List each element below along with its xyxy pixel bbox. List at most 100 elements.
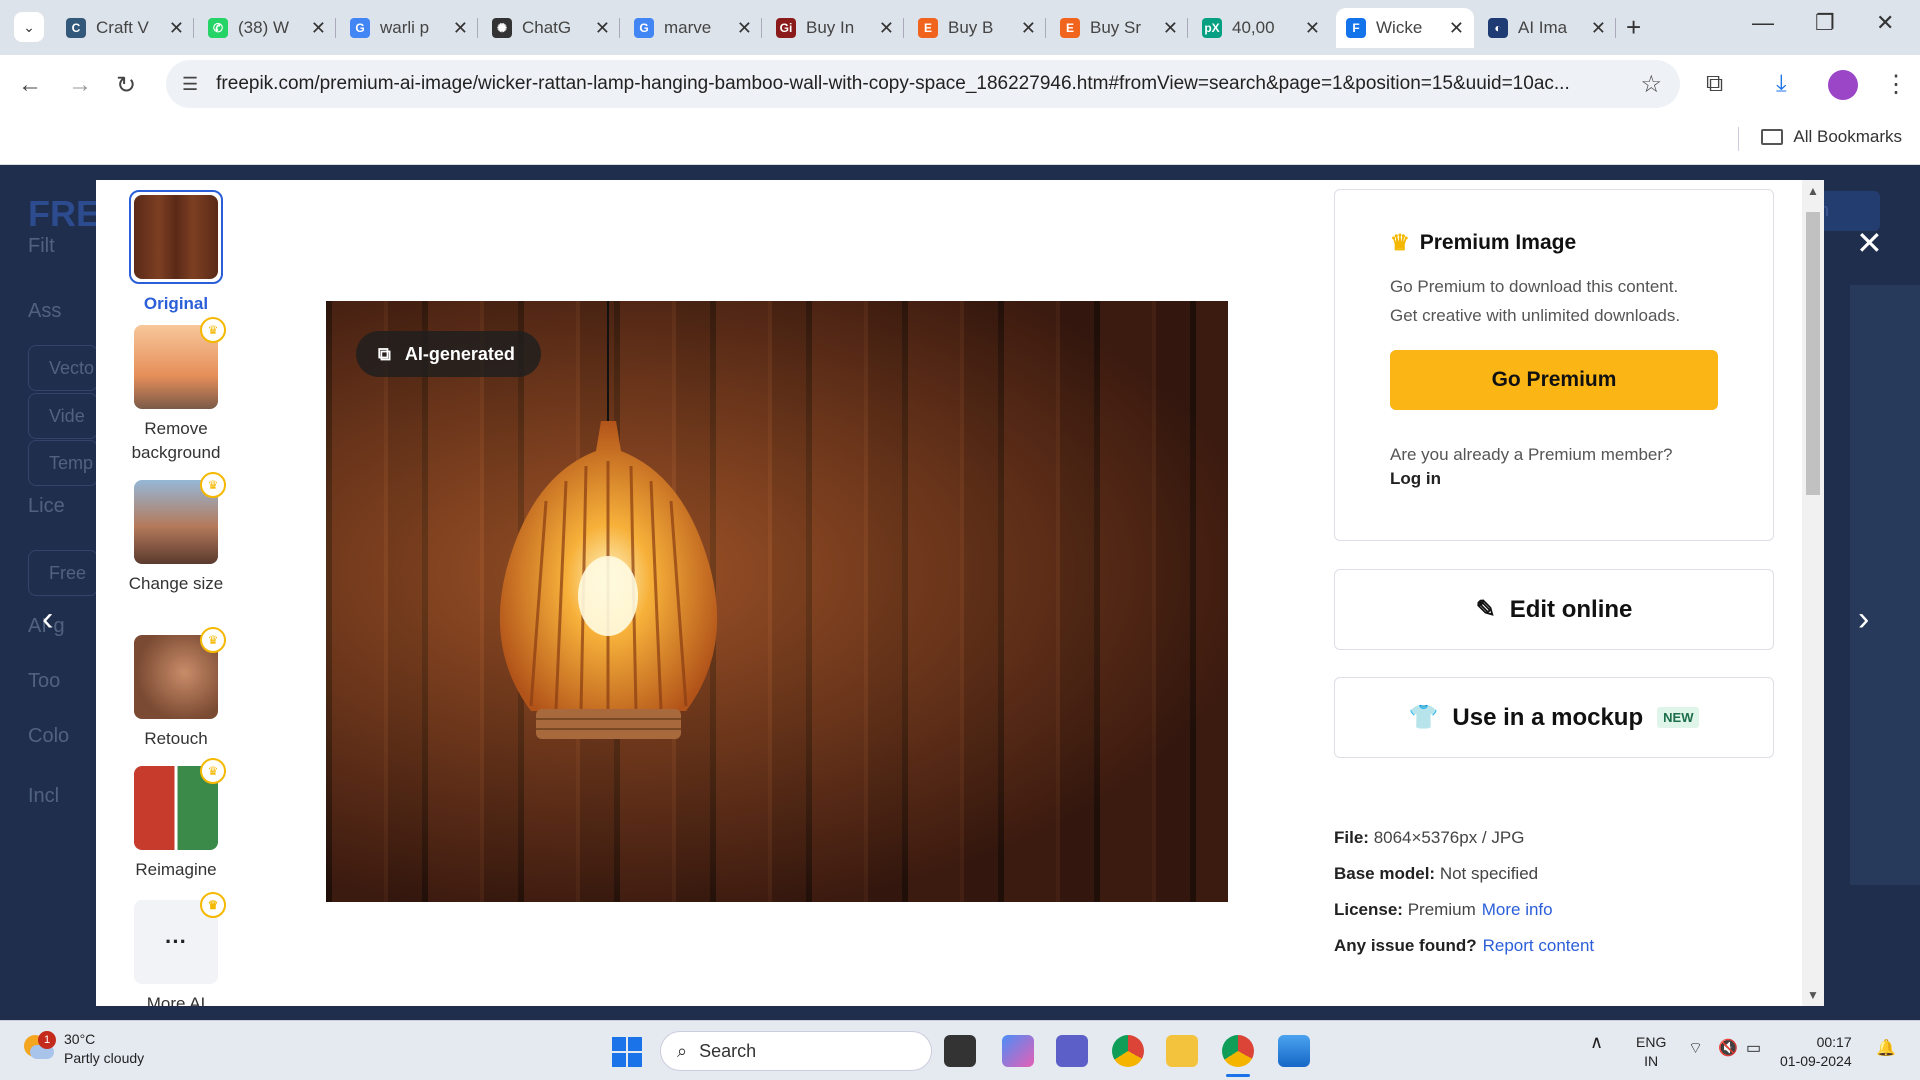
next-image-icon[interactable]: ›: [1858, 600, 1869, 639]
premium-card: ♛ Premium Image Go Premium to download t…: [1334, 189, 1774, 541]
bg-panel: [1850, 285, 1920, 885]
all-bookmarks-label: All Bookmarks: [1793, 127, 1902, 146]
browser-tab[interactable]: Gi Buy In ✕: [766, 8, 904, 48]
tool-reimagine[interactable]: ♛ Reimagine: [126, 758, 226, 882]
browser-tab[interactable]: ◐ AI Ima ✕: [1478, 8, 1616, 48]
tool-remove-background[interactable]: ♛ Remove background: [126, 317, 226, 465]
all-bookmarks-button[interactable]: All Bookmarks: [1761, 127, 1902, 147]
notification-bell-icon[interactable]: 🔔: [1876, 1039, 1896, 1058]
tab-close-icon[interactable]: ✕: [595, 18, 610, 39]
bookmark-star-icon[interactable]: ☆: [1640, 70, 1662, 99]
report-content-link[interactable]: Report content: [1483, 936, 1595, 955]
tab-favicon-icon: E: [918, 18, 938, 38]
bg-menu-item: Vecto: [28, 345, 98, 391]
scroll-thumb[interactable]: [1806, 212, 1820, 495]
tab-close-icon[interactable]: ✕: [1163, 18, 1178, 39]
modal-scrollbar[interactable]: ▲ ▼: [1802, 180, 1824, 1006]
new-tab-button[interactable]: +: [1626, 12, 1641, 43]
wicker-lamp-illustration: [499, 421, 718, 739]
clock-time: 00:17: [1816, 1034, 1852, 1050]
tab-close-icon[interactable]: ✕: [737, 18, 752, 39]
more-dots-icon: ··· ♛: [134, 892, 226, 984]
tab-close-icon[interactable]: ✕: [1449, 18, 1464, 39]
browser-tab[interactable]: Gwarli p ✕: [340, 8, 478, 48]
more-info-link[interactable]: More info: [1482, 900, 1553, 919]
close-modal-icon[interactable]: ✕: [1856, 224, 1883, 262]
copilot-icon[interactable]: [1002, 1035, 1034, 1067]
tool-retouch[interactable]: ♛ Retouch: [126, 627, 226, 751]
tab-title: Wicke: [1376, 18, 1423, 37]
chrome-icon[interactable]: [1112, 1035, 1144, 1067]
url-text[interactable]: freepik.com/premium-ai-image/wicker-ratt…: [216, 73, 1640, 95]
system-clock[interactable]: 00:17 01-09-2024: [1780, 1033, 1852, 1071]
bg-menu-item: Too: [28, 670, 61, 692]
minimize-icon[interactable]: —: [1752, 10, 1774, 36]
browser-tab[interactable]: pX 40,00 ✕: [1192, 8, 1330, 48]
bg-menu-item: Vide: [28, 393, 98, 439]
bg-menu-item: Colo: [28, 725, 70, 747]
crown-icon: ♛: [200, 758, 226, 784]
edit-online-label: Edit online: [1509, 595, 1633, 623]
tab-close-icon[interactable]: ✕: [879, 18, 894, 39]
premium-line1: Go Premium to download this content.: [1390, 277, 1679, 296]
weather-widget[interactable]: 1 30°C Partly cloudy: [22, 1030, 144, 1068]
tool-more-ai[interactable]: ··· ♛ More AI: [126, 892, 226, 1006]
scroll-up-icon[interactable]: ▲: [1807, 184, 1819, 198]
edit-online-button[interactable]: ✎ Edit online: [1334, 569, 1774, 650]
tab-title: marve: [664, 18, 712, 37]
file-explorer-icon[interactable]: [1166, 1035, 1198, 1067]
address-bar[interactable]: ☰ freepik.com/premium-ai-image/wicker-ra…: [166, 60, 1680, 108]
extensions-icon[interactable]: ⧉: [1706, 70, 1723, 98]
reload-icon[interactable]: ↻: [116, 71, 136, 100]
browser-tab[interactable]: Gmarve ✕: [624, 8, 762, 48]
restore-icon[interactable]: ❐: [1815, 10, 1835, 36]
browser-tab[interactable]: E Buy B ✕: [908, 8, 1046, 48]
tab-close-icon[interactable]: ✕: [169, 18, 184, 39]
use-in-mockup-button[interactable]: 👕 Use in a mockup NEW: [1334, 677, 1774, 758]
browser-tab[interactable]: E Buy Sr ✕: [1050, 8, 1188, 48]
tab-close-icon[interactable]: ✕: [1305, 18, 1320, 39]
tab-close-icon[interactable]: ✕: [453, 18, 468, 39]
go-premium-button[interactable]: Go Premium: [1390, 350, 1718, 410]
tab-title: warli p: [380, 18, 430, 37]
login-link[interactable]: Log in: [1390, 469, 1718, 489]
windows-start-icon[interactable]: [612, 1037, 642, 1067]
scroll-down-icon[interactable]: ▼: [1807, 988, 1819, 1002]
tab-search-button[interactable]: ⌄: [14, 12, 44, 42]
language-indicator[interactable]: ENG IN: [1636, 1033, 1666, 1071]
browser-tab[interactable]: C Craft V ✕: [56, 8, 194, 48]
volume-muted-icon[interactable]: 🔇: [1718, 1039, 1738, 1058]
tab-favicon-icon: pX: [1202, 18, 1222, 38]
premium-line2: Get creative with unlimited downloads.: [1390, 306, 1681, 325]
profile-avatar[interactable]: [1828, 70, 1858, 100]
task-view-icon[interactable]: [944, 1035, 976, 1067]
battery-icon[interactable]: ▭: [1746, 1039, 1761, 1058]
prev-image-icon[interactable]: ‹: [42, 600, 53, 639]
tab-close-icon[interactable]: ✕: [1021, 18, 1036, 39]
chrome-profile-icon[interactable]: [1222, 1035, 1254, 1077]
tab-close-icon[interactable]: ✕: [1591, 18, 1606, 39]
forward-icon[interactable]: →: [68, 71, 92, 99]
browser-tab[interactable]: F Wicke ✕: [1336, 8, 1474, 48]
wifi-icon[interactable]: ⌔: [1688, 1039, 1703, 1058]
bookmarks-bar: All Bookmarks: [0, 115, 1920, 165]
teams-icon[interactable]: [1056, 1035, 1088, 1067]
tool-change-size[interactable]: ♛ Change size: [126, 472, 226, 596]
main-image[interactable]: ⧉ AI-generated: [326, 301, 1228, 902]
browser-tab[interactable]: ✺ ChatG ✕: [482, 8, 620, 48]
tray-overflow-icon[interactable]: ∧: [1590, 1033, 1603, 1052]
menu-kebab-icon[interactable]: ⋮: [1884, 70, 1908, 99]
close-window-icon[interactable]: ✕: [1876, 10, 1894, 36]
tool-original[interactable]: Original: [126, 190, 226, 316]
tool-label: Remove background: [131, 419, 221, 462]
back-icon[interactable]: ←: [18, 71, 42, 99]
site-info-icon[interactable]: ☰: [182, 74, 198, 95]
tab-title: 40,00: [1232, 18, 1275, 37]
ai-generated-badge: ⧉ AI-generated: [356, 331, 541, 377]
photos-icon[interactable]: [1278, 1035, 1310, 1067]
downloads-icon[interactable]: ⤓: [1776, 70, 1787, 98]
taskbar-search[interactable]: ⌕ Search: [660, 1031, 932, 1071]
model-value: Not specified: [1439, 864, 1539, 883]
browser-tab[interactable]: ✆ (38) W ✕: [198, 8, 336, 48]
tab-close-icon[interactable]: ✕: [311, 18, 326, 39]
